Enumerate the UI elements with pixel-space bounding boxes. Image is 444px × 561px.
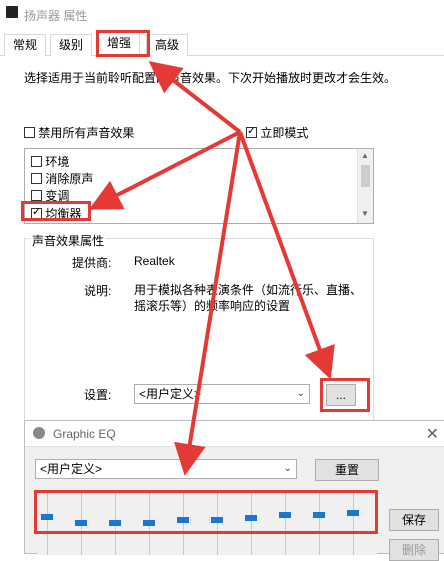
tab-advanced[interactable]: 高级 bbox=[146, 34, 189, 56]
tab-levels[interactable]: 级别 bbox=[50, 34, 93, 56]
provider-label: 提供商: bbox=[72, 256, 112, 270]
scroll-up-icon[interactable]: ▲ bbox=[361, 151, 369, 160]
effect-item-voice-cancel[interactable]: 消除原声 bbox=[31, 170, 93, 187]
setting-select-value: <用户定义> bbox=[139, 387, 202, 401]
effect-properties-title: 声音效果属性 bbox=[30, 232, 107, 249]
disable-all-checkbox[interactable] bbox=[24, 127, 35, 138]
disable-all-label: 禁用所有声音效果 bbox=[38, 126, 135, 140]
effect-checkbox[interactable] bbox=[31, 156, 42, 167]
effect-label: 消除原声 bbox=[45, 172, 94, 186]
effect-checkbox[interactable] bbox=[31, 173, 42, 184]
eq-save-button[interactable]: 保存 bbox=[389, 509, 439, 531]
highlight-eq-sliders bbox=[34, 490, 378, 534]
immediate-mode-row[interactable]: 立即模式 bbox=[246, 124, 308, 141]
scroll-thumb[interactable] bbox=[361, 165, 370, 187]
immediate-mode-label: 立即模式 bbox=[260, 126, 309, 140]
scroll-down-icon[interactable]: ▼ bbox=[361, 209, 369, 218]
chevron-down-icon: ⌄ bbox=[296, 388, 305, 399]
eq-reset-button[interactable]: 重置 bbox=[315, 459, 379, 481]
eq-preset-select[interactable]: <用户定义> ⌄ bbox=[35, 459, 297, 479]
tab-bar: 常规 级别 增强 高级 bbox=[0, 30, 444, 57]
graphic-eq-title: Graphic EQ bbox=[53, 427, 116, 441]
enhancements-description: 选择适用于当前聆听配置的声音效果。下次开始播放时更改才会生效。 bbox=[24, 71, 397, 85]
setting-label: 设置: bbox=[84, 388, 112, 402]
window-title: 扬声器 属性 bbox=[24, 9, 88, 23]
effects-scrollbar[interactable]: ▲ ▼ bbox=[357, 149, 373, 223]
disable-all-row[interactable]: 禁用所有声音效果 bbox=[24, 124, 134, 141]
effect-item-environment[interactable]: 环境 bbox=[31, 153, 69, 170]
effect-checkbox[interactable] bbox=[31, 190, 42, 201]
eq-preset-value: <用户定义> bbox=[40, 462, 103, 476]
close-icon[interactable]: ✕ bbox=[426, 424, 439, 444]
highlight-equalizer-item bbox=[21, 201, 91, 221]
immediate-mode-checkbox[interactable] bbox=[246, 124, 257, 138]
setting-select[interactable]: <用户定义> ⌄ bbox=[134, 384, 310, 404]
effect-label: 环境 bbox=[45, 155, 70, 169]
description-value: 用于模拟各种表演条件（如流行乐、直播、摇滚乐等）的频率响应的设置 bbox=[134, 283, 363, 313]
description-label: 说明: bbox=[84, 284, 112, 298]
speaker-icon bbox=[6, 6, 18, 18]
provider-value: Realtek bbox=[134, 254, 175, 268]
highlight-enhancements-tab bbox=[96, 30, 150, 57]
tab-general[interactable]: 常规 bbox=[4, 34, 47, 56]
highlight-more-button bbox=[320, 378, 370, 412]
graphic-eq-titlebar: Graphic EQ ✕ bbox=[25, 421, 444, 447]
window-titlebar: 扬声器 属性 bbox=[0, 0, 444, 28]
eq-delete-button[interactable]: 删除 bbox=[389, 539, 439, 561]
eq-app-icon bbox=[33, 427, 45, 439]
chevron-down-icon: ⌄ bbox=[283, 463, 292, 474]
